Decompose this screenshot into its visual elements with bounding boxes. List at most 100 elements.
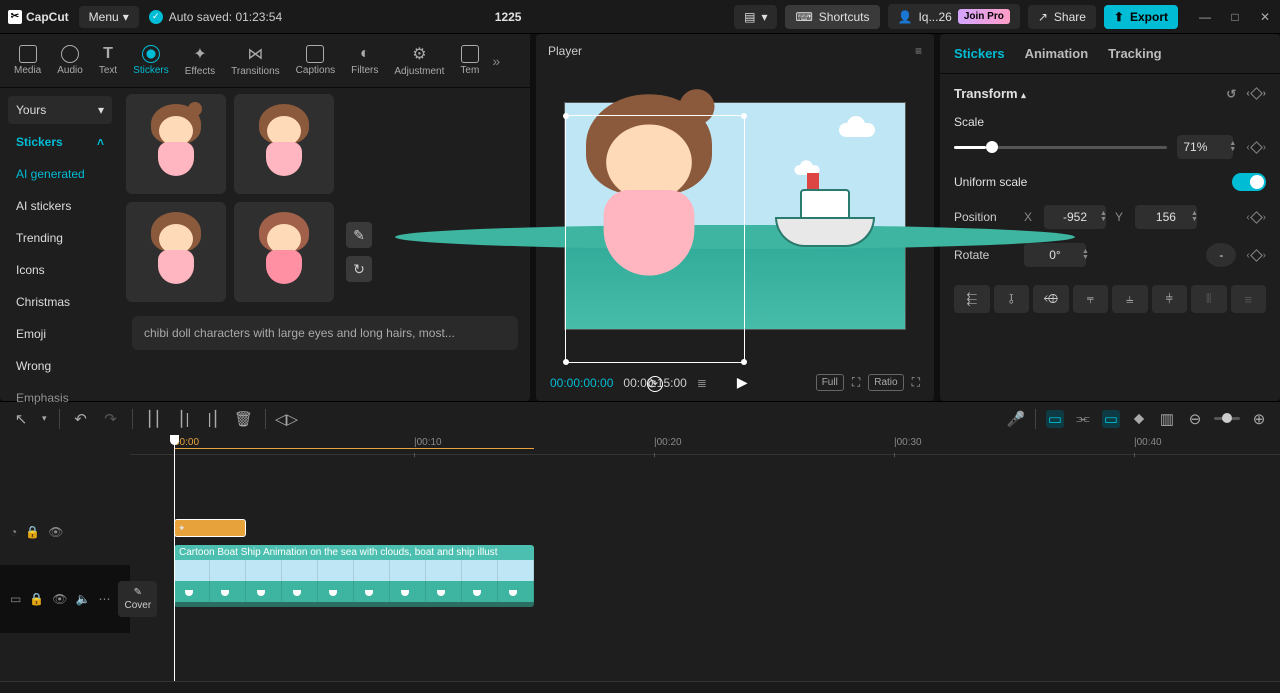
menu-button[interactable]: Menu ▾ — [79, 6, 139, 28]
sticker-item[interactable] — [234, 94, 334, 194]
position-keyframe[interactable]: ‹› — [1246, 212, 1266, 223]
track-icon[interactable]: ▭ — [10, 592, 21, 606]
player-menu-button[interactable]: ≡ — [915, 44, 922, 58]
keyframe-button[interactable]: ‹› — [1246, 87, 1266, 101]
inspector-tab-tracking[interactable]: Tracking — [1108, 46, 1161, 61]
preview-area[interactable]: ⟳ — [536, 68, 934, 364]
rotate-stepper[interactable]: ▲▼ — [1082, 249, 1089, 261]
sidebar-ai-stickers[interactable]: AI stickers — [8, 192, 112, 220]
tab-audio[interactable]: Audio — [49, 41, 91, 80]
lock-icon[interactable]: 🔒 — [29, 592, 44, 606]
layout-button[interactable]: ▤ ▾ — [734, 5, 777, 29]
snap-button[interactable]: ▭ — [1046, 410, 1064, 428]
undo-button[interactable]: ↶ — [72, 410, 90, 428]
shortcuts-button[interactable]: ⌨Shortcuts — [785, 5, 879, 29]
tab-adjustment[interactable]: ⚙Adjustment — [386, 40, 452, 81]
align-right-button[interactable]: ⬲ — [1033, 285, 1069, 313]
close-button[interactable]: ✕ — [1258, 10, 1272, 24]
align-bottom-button[interactable]: ⫩ — [1152, 285, 1188, 313]
maximize-button[interactable]: □ — [1228, 10, 1242, 24]
align-center-h-button[interactable]: ⫱ — [994, 285, 1030, 313]
tab-text[interactable]: TText — [91, 41, 125, 80]
position-x-input[interactable]: -952 — [1044, 205, 1106, 229]
zoom-slider[interactable] — [1214, 417, 1240, 420]
tab-templates[interactable]: Tem — [452, 41, 487, 80]
mute-icon[interactable]: 🔈 — [76, 592, 91, 606]
sidebar-wrong[interactable]: Wrong — [8, 352, 112, 380]
rotate-handle[interactable]: ⟳ — [647, 376, 663, 392]
track-options-button[interactable]: ▥ — [1158, 410, 1176, 428]
preview-quality-button[interactable]: ▭ — [1102, 410, 1120, 428]
selection-box[interactable]: ⟳ — [565, 115, 745, 363]
sticker-clip[interactable]: ✦ — [174, 519, 246, 537]
align-left-button[interactable]: ⬱ — [954, 285, 990, 313]
sidebar-trending[interactable]: Trending — [8, 224, 112, 252]
sidebar-ai-generated[interactable]: AI generated — [8, 160, 112, 188]
inspector-tab-animation[interactable]: Animation — [1025, 46, 1089, 61]
video-clip[interactable]: Cartoon Boat Ship Animation on the sea w… — [174, 545, 534, 607]
rotate-input[interactable]: 0° — [1024, 243, 1086, 267]
sticker-item[interactable] — [126, 202, 226, 302]
marker-button[interactable]: ⬥ — [1130, 410, 1148, 428]
join-pro-badge[interactable]: Join Pro — [958, 9, 1010, 24]
share-button[interactable]: ↗Share — [1028, 5, 1096, 29]
user-button[interactable]: 👤 Iq...26 Join Pro — [888, 4, 1020, 29]
align-top-button[interactable]: ⫧ — [1073, 285, 1109, 313]
x-stepper[interactable]: ▲▼ — [1100, 211, 1107, 223]
sidebar-yours[interactable]: Yours▾ — [8, 96, 112, 124]
scale-slider[interactable] — [954, 146, 1167, 149]
distribute-h-button[interactable]: ⫴ — [1191, 285, 1227, 313]
ratio-button[interactable]: Ratio — [868, 374, 903, 391]
chevron-down-icon[interactable]: ▾ — [42, 413, 47, 424]
scale-input[interactable]: 71% — [1177, 135, 1233, 159]
zoom-in-button[interactable]: ⊕ — [1250, 410, 1268, 428]
scale-stepper[interactable]: ▲▼ — [1229, 141, 1236, 153]
edit-prompt-button[interactable]: ✎ — [346, 222, 372, 248]
sticker-prompt[interactable]: chibi doll characters with large eyes an… — [132, 316, 518, 350]
regenerate-button[interactable]: ↻ — [346, 256, 372, 282]
sidebar-christmas[interactable]: Christmas — [8, 288, 112, 316]
tab-captions[interactable]: Captions — [288, 41, 343, 80]
position-y-input[interactable]: 156 — [1135, 205, 1197, 229]
scale-button[interactable]: ⛶ — [852, 375, 860, 390]
reset-button[interactable]: ↺ — [1226, 87, 1236, 101]
link-button[interactable]: ⫘ — [1074, 410, 1092, 428]
timeline-ruler[interactable]: 00:00 |00:10 |00:20 |00:30 |00:40 — [130, 435, 1280, 455]
minimize-button[interactable]: — — [1198, 10, 1212, 24]
y-stepper[interactable]: ▲▼ — [1191, 211, 1198, 223]
tab-transitions[interactable]: ⋈Transitions — [223, 40, 288, 81]
more-icon[interactable]: ⋯ — [98, 592, 110, 606]
distribute-v-button[interactable]: ≡ — [1231, 285, 1267, 313]
visibility-icon[interactable]: 👁 — [48, 525, 63, 539]
scale-keyframe[interactable]: ‹› — [1246, 142, 1266, 153]
sidebar-icons[interactable]: Icons — [8, 256, 112, 284]
visibility-icon[interactable]: 👁 — [52, 592, 67, 606]
sidebar-emoji[interactable]: Emoji — [8, 320, 112, 348]
track-icon[interactable]: ◔ — [10, 525, 17, 539]
export-button[interactable]: ⬆Export — [1104, 5, 1178, 29]
expand-tabs-button[interactable]: » — [487, 53, 505, 69]
sidebar-emphasis[interactable]: Emphasis — [8, 384, 112, 412]
uniform-scale-toggle[interactable] — [1232, 173, 1266, 191]
timeline-scrollbar[interactable] — [0, 681, 1280, 693]
transform-header[interactable]: Transform ▴ ↺ ‹› — [954, 86, 1266, 101]
redo-button[interactable]: ↷ — [102, 410, 120, 428]
sticker-item[interactable] — [126, 94, 226, 194]
sidebar-stickers[interactable]: Stickers˄ — [8, 128, 112, 156]
tab-stickers[interactable]: Stickers — [125, 41, 177, 80]
tab-filters[interactable]: ◐Filters — [343, 41, 386, 80]
inspector-tab-stickers[interactable]: Stickers — [954, 46, 1005, 61]
lock-icon[interactable]: 🔒 — [25, 525, 40, 539]
preview-canvas[interactable]: ⟳ — [564, 102, 906, 330]
fullscreen-button[interactable]: ⛶ — [912, 375, 920, 390]
tab-media[interactable]: Media — [6, 41, 49, 80]
rotate-keyframe[interactable]: ‹› — [1246, 250, 1266, 261]
play-button[interactable]: ▶ — [737, 374, 748, 391]
align-center-v-button[interactable]: ⫨ — [1112, 285, 1148, 313]
playhead[interactable] — [174, 435, 175, 681]
full-button[interactable]: Full — [816, 374, 844, 391]
selection-tool[interactable]: ↖ — [12, 410, 30, 428]
mic-button[interactable]: 🎤 — [1007, 410, 1025, 428]
sticker-item[interactable] — [234, 202, 334, 302]
timeline-tracks[interactable]: 00:00 |00:10 |00:20 |00:30 |00:40 ✦ Cart… — [130, 435, 1280, 681]
